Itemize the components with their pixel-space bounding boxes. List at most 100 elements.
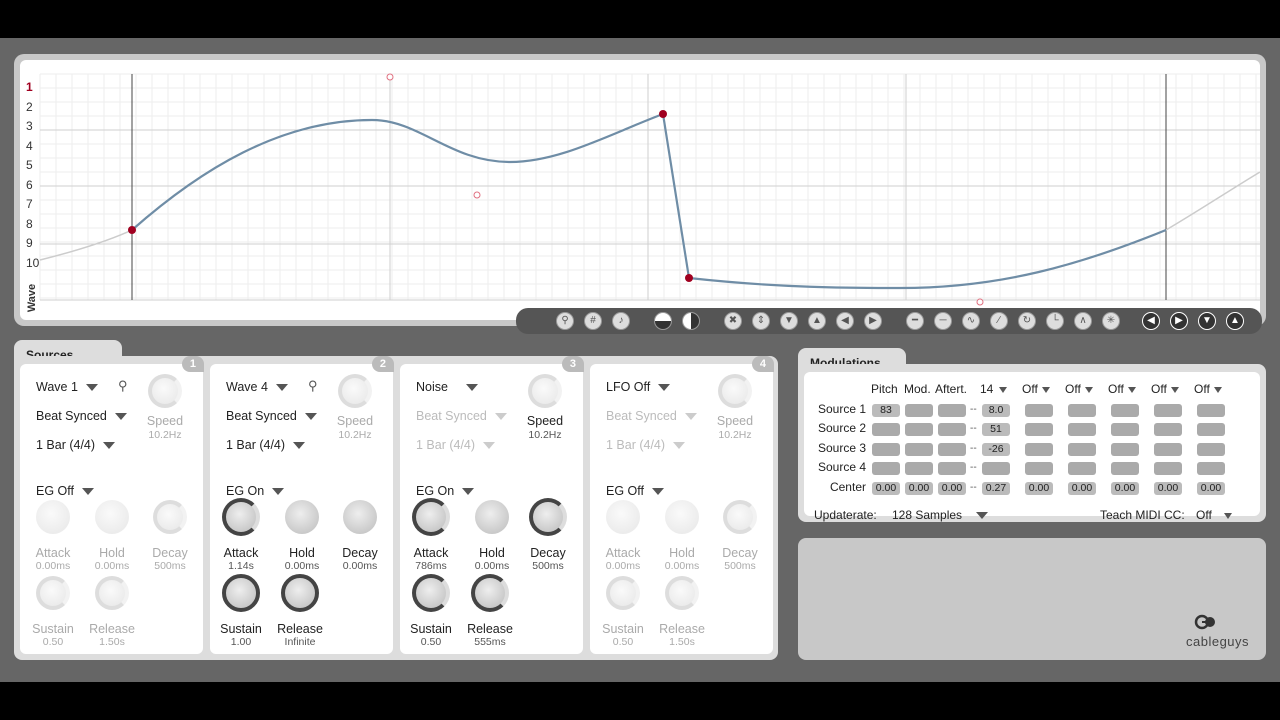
sustain-knob[interactable] <box>222 574 260 612</box>
mod-cell[interactable] <box>938 443 966 456</box>
zoom-icon[interactable]: ⚲ <box>556 312 574 330</box>
length-select[interactable]: 1 Bar (4/4) <box>226 438 306 452</box>
wave-select[interactable]: Wave 4 <box>226 380 288 394</box>
length-select[interactable]: 1 Bar (4/4) <box>36 438 116 452</box>
mod-cell[interactable] <box>872 443 900 456</box>
off-select-2[interactable]: Off <box>1065 382 1093 396</box>
mod-cell[interactable] <box>1111 462 1139 475</box>
speed-knob[interactable] <box>148 374 182 408</box>
flip-down-icon[interactable]: ▼ <box>1198 312 1216 330</box>
wave-canvas[interactable]: 1 2 3 4 5 6 7 8 9 10 Wave <box>20 60 1260 320</box>
center-cell[interactable]: 0.00 <box>1068 482 1096 495</box>
mod-cell[interactable] <box>1025 423 1053 436</box>
flip-up-icon[interactable]: ▲ <box>1226 312 1244 330</box>
mod-cell[interactable] <box>1154 423 1182 436</box>
mod-cell[interactable] <box>1197 404 1225 417</box>
wave-graph[interactable] <box>20 60 1260 320</box>
eg-select[interactable]: EG On <box>416 484 475 498</box>
mod-cell[interactable] <box>1025 404 1053 417</box>
mod-cell[interactable] <box>1068 404 1096 417</box>
sustain-knob[interactable] <box>606 576 640 610</box>
sine-icon[interactable]: ∿ <box>962 312 980 330</box>
mod-cell[interactable] <box>1068 423 1096 436</box>
half-right-icon[interactable] <box>682 312 700 330</box>
release-knob[interactable] <box>665 576 699 610</box>
grid-icon[interactable]: # <box>584 312 602 330</box>
wave-number[interactable]: 5 <box>26 158 40 172</box>
mod-cell[interactable] <box>872 423 900 436</box>
step-icon[interactable]: └ <box>1046 312 1064 330</box>
mod-cell[interactable]: 83 <box>872 404 900 417</box>
mod-cell[interactable] <box>1197 462 1225 475</box>
wave-point[interactable] <box>659 110 667 118</box>
release-knob[interactable] <box>471 574 509 612</box>
decay-knob[interactable] <box>343 500 377 534</box>
center-cell[interactable]: 0.00 <box>1025 482 1053 495</box>
center-cell[interactable]: 0.00 <box>1154 482 1182 495</box>
attack-knob[interactable] <box>606 500 640 534</box>
decay-knob[interactable] <box>529 498 567 536</box>
mod-cell[interactable] <box>1111 423 1139 436</box>
center-cell[interactable]: 0.00 <box>905 482 933 495</box>
hold-knob[interactable] <box>285 500 319 534</box>
curve-handle[interactable] <box>976 298 984 306</box>
off-select-1[interactable]: Off <box>1022 382 1050 396</box>
hold-knob[interactable] <box>95 500 129 534</box>
mod-cell[interactable]: 51 <box>982 423 1010 436</box>
expand-vertical-icon[interactable]: ⇕ <box>752 312 770 330</box>
sustain-knob[interactable] <box>36 576 70 610</box>
arrow-down-icon[interactable]: ▼ <box>780 312 798 330</box>
rotate-right-icon[interactable]: ▶ <box>1170 312 1188 330</box>
mod-cell[interactable] <box>1197 443 1225 456</box>
center-cell[interactable]: 0.00 <box>1111 482 1139 495</box>
wave-number[interactable]: 4 <box>26 139 40 153</box>
decay-knob[interactable] <box>153 500 187 534</box>
mod-cell[interactable] <box>938 423 966 436</box>
triangle-icon[interactable]: ∧ <box>1074 312 1092 330</box>
half-left-icon[interactable] <box>654 312 672 330</box>
wave-point[interactable] <box>128 226 136 234</box>
sustain-knob[interactable] <box>412 574 450 612</box>
wave-number[interactable]: 10 <box>26 256 40 270</box>
cc-select[interactable]: 14 <box>980 382 1008 396</box>
teach-midi-select[interactable]: Off <box>1196 508 1232 522</box>
arrow-right-icon[interactable]: ▶ <box>864 312 882 330</box>
curve-handle[interactable] <box>473 191 481 199</box>
arrow-left-icon[interactable]: ◀ <box>836 312 854 330</box>
wave-number[interactable]: 3 <box>26 119 40 133</box>
wave-select[interactable]: Noise <box>416 380 478 394</box>
release-knob[interactable] <box>281 574 319 612</box>
attack-knob[interactable] <box>222 498 260 536</box>
mod-cell[interactable] <box>905 462 933 475</box>
wave-number[interactable]: 7 <box>26 197 40 211</box>
random-icon[interactable]: ✳ <box>1102 312 1120 330</box>
center-cell[interactable]: 0.00 <box>872 482 900 495</box>
mod-cell[interactable] <box>1111 443 1139 456</box>
mod-cell[interactable] <box>982 462 1010 475</box>
wave-curve[interactable] <box>131 112 1167 290</box>
center-cell[interactable]: 0.27 <box>982 482 1010 495</box>
center-cell[interactable]: 0.00 <box>938 482 966 495</box>
mod-cell[interactable] <box>1111 404 1139 417</box>
mod-cell[interactable] <box>1154 462 1182 475</box>
note-icon[interactable]: ♪ <box>612 312 630 330</box>
mod-cell[interactable] <box>1025 443 1053 456</box>
mod-cell[interactable] <box>905 443 933 456</box>
mod-cell[interactable] <box>905 423 933 436</box>
eg-select[interactable]: EG On <box>226 484 285 498</box>
mod-cell[interactable] <box>872 462 900 475</box>
eg-select[interactable]: EG Off <box>606 484 664 498</box>
wave-select[interactable]: LFO Off <box>606 380 671 394</box>
mod-cell[interactable] <box>905 404 933 417</box>
off-select-4[interactable]: Off <box>1151 382 1179 396</box>
speed-knob[interactable] <box>718 374 752 408</box>
sync-select[interactable]: Beat Synced <box>36 409 127 423</box>
wave-number[interactable]: 6 <box>26 178 40 192</box>
mod-cell[interactable] <box>1068 443 1096 456</box>
speed-knob[interactable] <box>338 374 372 408</box>
mod-cell[interactable]: 8.0 <box>982 404 1010 417</box>
mod-cell[interactable] <box>1025 462 1053 475</box>
flat-low-icon[interactable]: ━ <box>906 312 924 330</box>
decay-knob[interactable] <box>723 500 757 534</box>
search-icon[interactable]: ⚲ <box>308 378 318 394</box>
